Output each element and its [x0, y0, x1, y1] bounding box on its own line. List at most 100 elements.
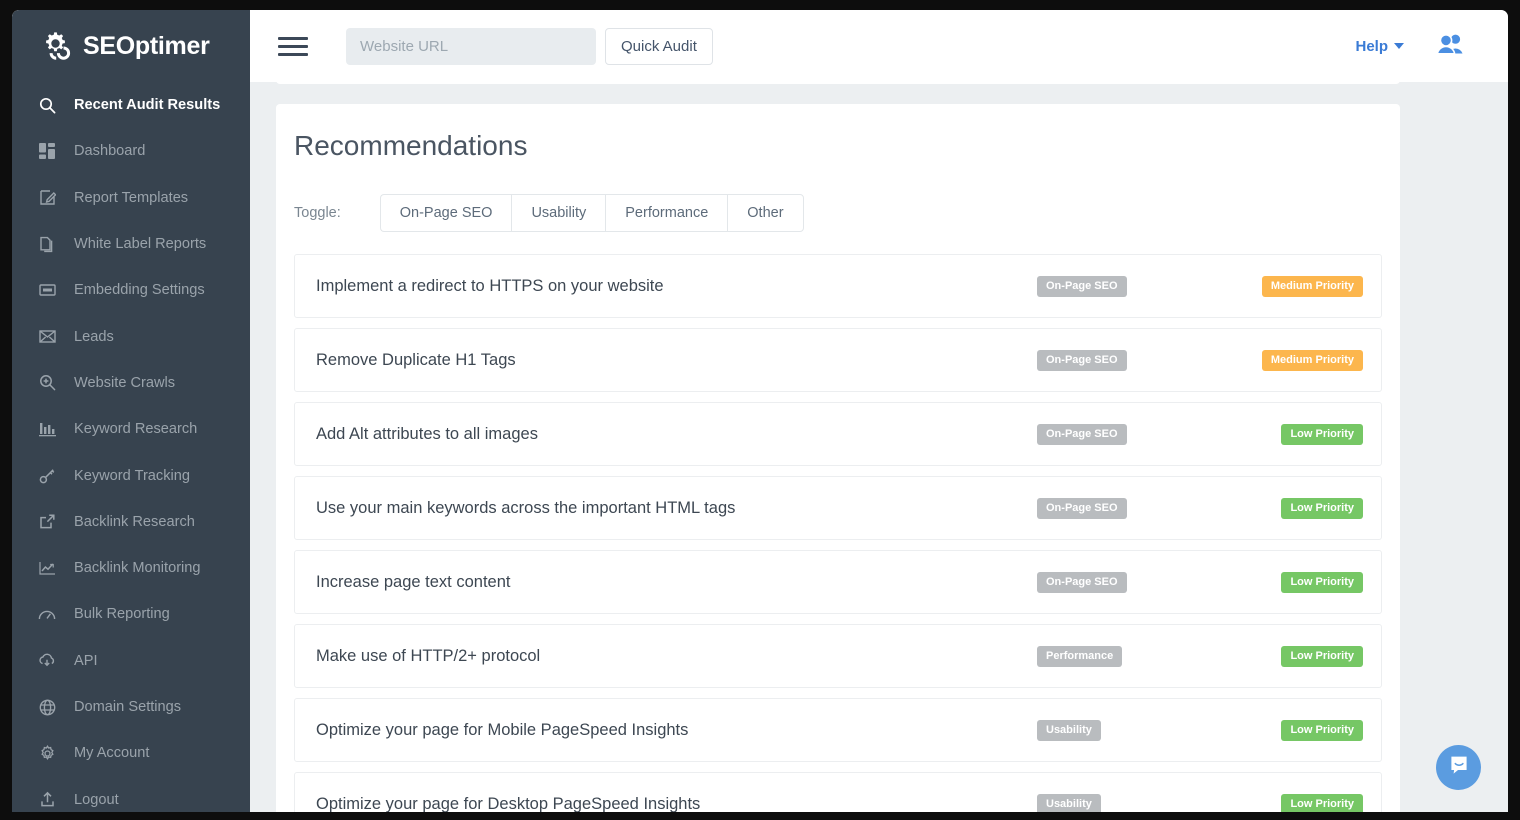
magnifier-plus-icon: [32, 374, 62, 391]
app-logo-text: SEOptimer: [83, 32, 210, 61]
recommendation-row[interactable]: Increase page text content On-Page SEO L…: [294, 550, 1382, 614]
category-toggle-group: On-Page SEO Usability Performance Other: [380, 194, 804, 232]
tab-usability[interactable]: Usability: [511, 194, 605, 232]
gear-icon: [32, 745, 62, 762]
recommendations-card: Recommendations Toggle: On-Page SEO Usab…: [276, 104, 1400, 812]
sidebar-item-label: Logout: [74, 792, 119, 808]
logout-upload-icon: [32, 791, 62, 808]
sidebar-item-label: Website Crawls: [74, 375, 175, 391]
sidebar-item-recent-audit-results[interactable]: Recent Audit Results: [12, 82, 250, 128]
users-icon[interactable]: [1435, 33, 1465, 60]
recommendation-title: Optimize your page for Desktop PageSpeed…: [316, 795, 700, 813]
sidebar-item-label: Dashboard: [74, 143, 145, 159]
sidebar-item-report-templates[interactable]: Report Templates: [12, 175, 250, 221]
chat-launcher-button[interactable]: [1436, 745, 1481, 790]
cloud-download-icon: [32, 653, 62, 668]
sidebar-item-backlink-monitoring[interactable]: Backlink Monitoring: [12, 545, 250, 591]
sidebar-item-label: Keyword Tracking: [74, 468, 190, 484]
tab-other[interactable]: Other: [727, 194, 803, 232]
sidebar-item-label: API: [74, 653, 98, 669]
search-input[interactable]: [346, 28, 596, 65]
sidebar-item-my-account[interactable]: My Account: [12, 730, 250, 776]
recommendation-row[interactable]: Make use of HTTP/2+ protocol Performance…: [294, 624, 1382, 688]
priority-badge: Medium Priority: [1262, 276, 1363, 297]
recommendation-title: Add Alt attributes to all images: [316, 425, 538, 444]
sidebar: SEOptimer Recent Audit Results Dashboard: [12, 10, 250, 812]
category-badge: On-Page SEO: [1037, 498, 1127, 519]
sidebar-item-backlink-research[interactable]: Backlink Research: [12, 499, 250, 545]
app-window: SEOptimer Recent Audit Results Dashboard: [12, 10, 1508, 812]
dashboard-grid-icon: [32, 143, 62, 159]
recommendation-title: Make use of HTTP/2+ protocol: [316, 647, 540, 666]
recommendation-row[interactable]: Implement a redirect to HTTPS on your we…: [294, 254, 1382, 318]
sidebar-item-label: Backlink Monitoring: [74, 560, 201, 576]
envelope-icon: [32, 330, 62, 343]
bar-chart-icon: [32, 422, 62, 437]
line-chart-icon: [32, 561, 62, 576]
category-badge: On-Page SEO: [1037, 276, 1127, 297]
recommendation-row[interactable]: Remove Duplicate H1 Tags On-Page SEO Med…: [294, 328, 1382, 392]
search-icon: [32, 97, 62, 114]
category-badge: Performance: [1037, 646, 1122, 667]
tab-on-page-seo[interactable]: On-Page SEO: [380, 194, 512, 232]
globe-icon: [32, 699, 62, 716]
gauge-icon: [32, 608, 62, 621]
toggle-row: Toggle: On-Page SEO Usability Performanc…: [294, 194, 1382, 232]
sidebar-item-logout[interactable]: Logout: [12, 776, 250, 812]
category-badge: On-Page SEO: [1037, 350, 1127, 371]
main-content: Recommendations Toggle: On-Page SEO Usab…: [250, 82, 1508, 812]
sidebar-item-label: White Label Reports: [74, 236, 206, 252]
chat-bubble-icon: [1448, 754, 1470, 781]
top-bar: Quick Audit Help: [250, 10, 1508, 82]
tab-performance[interactable]: Performance: [605, 194, 727, 232]
top-bar-right: Help: [1355, 33, 1508, 60]
category-badge: On-Page SEO: [1037, 572, 1127, 593]
sidebar-item-domain-settings[interactable]: Domain Settings: [12, 684, 250, 730]
help-menu[interactable]: Help: [1355, 38, 1404, 55]
copy-documents-icon: [32, 236, 62, 253]
priority-badge: Medium Priority: [1262, 350, 1363, 371]
sidebar-item-keyword-research[interactable]: Keyword Research: [12, 406, 250, 452]
sidebar-item-embedding-settings[interactable]: Embedding Settings: [12, 267, 250, 313]
sidebar-item-bulk-reporting[interactable]: Bulk Reporting: [12, 591, 250, 637]
recommendation-row[interactable]: Add Alt attributes to all images On-Page…: [294, 402, 1382, 466]
sidebar-item-label: Embedding Settings: [74, 282, 205, 298]
key-icon: [32, 467, 62, 484]
seoptimer-gear-logo-icon: [41, 30, 74, 63]
sidebar-item-api[interactable]: API: [12, 638, 250, 684]
embed-window-icon: [32, 283, 62, 297]
hamburger-icon[interactable]: [278, 34, 308, 58]
category-badge: Usability: [1037, 794, 1101, 813]
recommendation-title: Optimize your page for Mobile PageSpeed …: [316, 721, 688, 740]
sidebar-item-label: My Account: [74, 745, 149, 761]
recommendation-title: Use your main keywords across the import…: [316, 499, 735, 518]
toggle-label: Toggle:: [294, 205, 341, 221]
quick-audit-button[interactable]: Quick Audit: [605, 28, 713, 65]
sidebar-item-label: Keyword Research: [74, 421, 197, 437]
category-badge: Usability: [1037, 720, 1101, 741]
priority-badge: Low Priority: [1281, 572, 1363, 593]
page-title: Recommendations: [294, 130, 1382, 162]
chevron-down-icon: [1394, 43, 1404, 49]
recommendation-title: Remove Duplicate H1 Tags: [316, 351, 516, 370]
recommendation-row[interactable]: Optimize your page for Desktop PageSpeed…: [294, 772, 1382, 812]
recommendation-row[interactable]: Use your main keywords across the import…: [294, 476, 1382, 540]
sidebar-item-dashboard[interactable]: Dashboard: [12, 128, 250, 174]
sidebar-item-leads[interactable]: Leads: [12, 313, 250, 359]
sidebar-item-label: Backlink Research: [74, 514, 195, 530]
sidebar-item-white-label-reports[interactable]: White Label Reports: [12, 221, 250, 267]
app-logo[interactable]: SEOptimer: [12, 10, 250, 82]
edit-document-icon: [32, 189, 62, 206]
recommendation-title: Implement a redirect to HTTPS on your we…: [316, 277, 664, 296]
category-badge: On-Page SEO: [1037, 424, 1127, 445]
sidebar-item-label: Recent Audit Results: [74, 97, 220, 113]
sidebar-item-website-crawls[interactable]: Website Crawls: [12, 360, 250, 406]
external-link-icon: [32, 513, 62, 530]
sidebar-item-keyword-tracking[interactable]: Keyword Tracking: [12, 452, 250, 498]
priority-badge: Low Priority: [1281, 720, 1363, 741]
previous-card-edge: [276, 82, 1400, 84]
sidebar-item-label: Domain Settings: [74, 699, 181, 715]
recommendation-row[interactable]: Optimize your page for Mobile PageSpeed …: [294, 698, 1382, 762]
priority-badge: Low Priority: [1281, 424, 1363, 445]
priority-badge: Low Priority: [1281, 794, 1363, 813]
